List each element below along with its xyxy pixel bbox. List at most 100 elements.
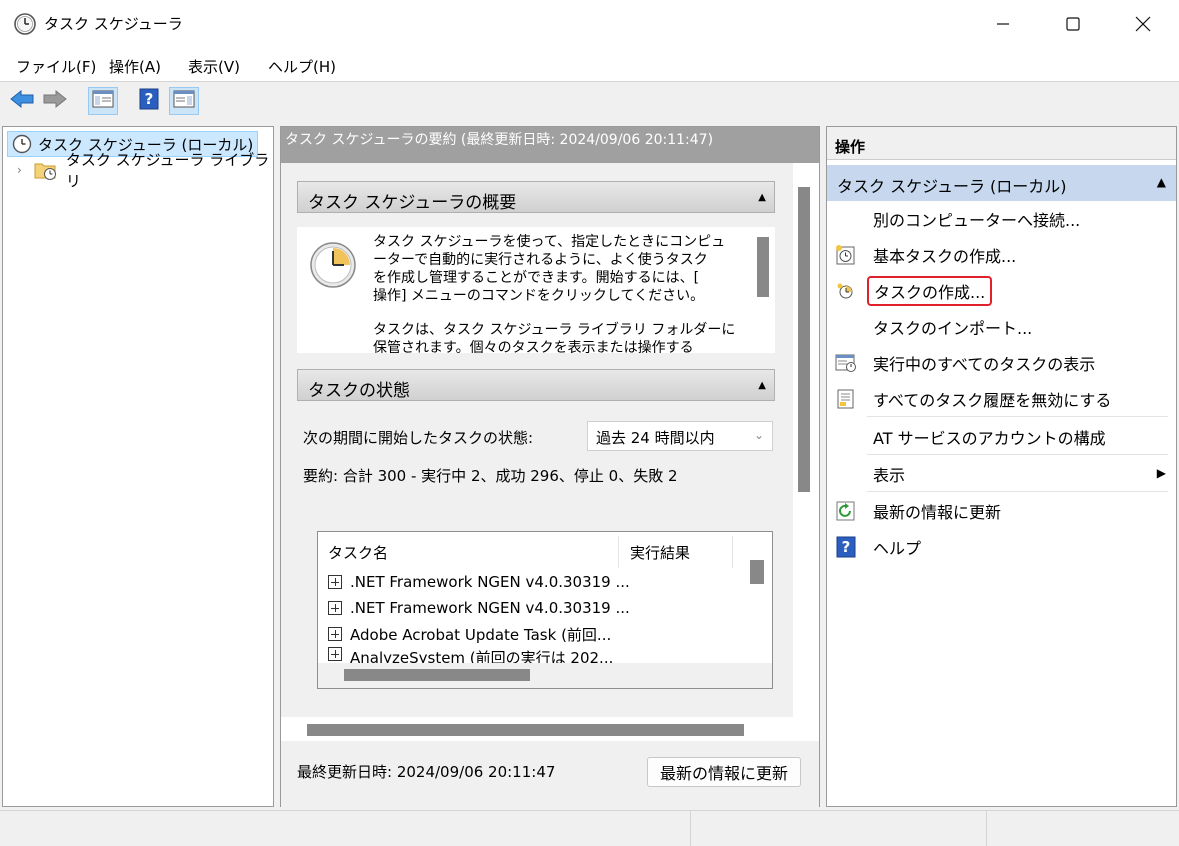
period-select-value: 過去 24 時間以内 xyxy=(596,429,715,447)
action-show-running-tasks-label: 実行中のすべてのタスクの表示 xyxy=(873,355,1096,374)
overview-title: タスク スケジューラの概要 xyxy=(308,193,517,213)
action-import-task[interactable]: タスクのインポート... xyxy=(827,309,1176,345)
table-row[interactable]: .NET Framework NGEN v4.0.30319 ... xyxy=(318,569,746,595)
running-tasks-icon xyxy=(835,352,857,374)
back-button[interactable] xyxy=(7,87,37,115)
action-pane-icon xyxy=(173,89,195,113)
console-tree-icon xyxy=(92,89,114,113)
action-at-service-account[interactable]: AT サービスのアカウントの構成 xyxy=(827,419,1176,455)
action-create-task[interactable]: タスクの作成... xyxy=(827,273,1176,309)
refresh-icon xyxy=(835,500,857,522)
separator xyxy=(867,454,1168,455)
summary-header: タスク スケジューラの要約 (最終更新日時: 2024/09/06 20:11:… xyxy=(281,127,819,163)
column-header-result[interactable]: 実行結果 xyxy=(620,532,700,570)
actions-group-header[interactable]: タスク スケジューラ (ローカル) ▲ xyxy=(827,165,1176,201)
title-bar: タスク スケジューラ xyxy=(0,0,1179,48)
center-vscroll-thumb[interactable] xyxy=(798,187,810,492)
period-select[interactable]: 過去 24 時間以内 ⌄ xyxy=(587,421,773,451)
action-view[interactable]: 表示 ▶ xyxy=(827,456,1176,492)
action-refresh-label: 最新の情報に更新 xyxy=(873,503,1002,522)
overview-line: ーターで自動的に実行されるように、よく使うタスク xyxy=(373,252,708,268)
forward-button[interactable] xyxy=(40,87,70,115)
overview-line: 保管されます。個々のタスクを表示または操作する xyxy=(373,340,694,353)
console-tree: タスク スケジューラ (ローカル) › タスク スケジューラ ライブラリ xyxy=(2,126,274,807)
action-import-task-label: タスクのインポート... xyxy=(873,319,1033,338)
action-create-task-label: タスクの作成... xyxy=(867,276,993,306)
table-row[interactable]: AnalyzeSystem (前回の実行は 202... xyxy=(318,647,746,663)
svg-text:?: ? xyxy=(842,538,851,556)
large-clock-icon xyxy=(309,241,357,293)
overview-line: を作成し管理することができます。開始するには、[ xyxy=(373,270,700,286)
table-row[interactable]: Adobe Acrobat Update Task (前回... xyxy=(318,621,746,647)
tree-item-library-label: タスク スケジューラ ライブラリ xyxy=(65,151,270,190)
overview-paragraph-1: タスク スケジューラを使って、指定したときにコンピュ ーターで自動的に実行される… xyxy=(373,233,725,305)
table-vscroll-track xyxy=(746,532,772,663)
expand-plus-icon[interactable] xyxy=(328,647,342,661)
toolbar-help-button[interactable]: ? xyxy=(134,87,164,115)
maximize-button[interactable] xyxy=(1038,0,1108,48)
action-refresh[interactable]: 最新の情報に更新 xyxy=(827,493,1176,529)
action-disable-history-label: すべてのタスク履歴を無効にする xyxy=(873,391,1112,410)
toolbar: ? xyxy=(0,82,1179,120)
action-connect[interactable]: 別のコンピューターへ接続... xyxy=(827,201,1176,237)
basic-task-wizard-icon xyxy=(835,244,857,266)
svg-text:?: ? xyxy=(145,90,154,108)
action-disable-history[interactable]: すべてのタスク履歴を無効にする xyxy=(827,381,1176,417)
expand-plus-icon[interactable] xyxy=(328,627,342,641)
help-icon: ? xyxy=(835,536,857,558)
folder-clock-icon xyxy=(34,159,58,181)
action-view-label: 表示 xyxy=(873,466,906,485)
collapse-arrow-icon[interactable]: ▲ xyxy=(758,380,766,391)
menu-help[interactable]: ヘルプ(H) xyxy=(268,56,336,77)
collapse-arrow-icon[interactable]: ▲ xyxy=(1157,175,1166,189)
chevron-right-icon[interactable]: › xyxy=(17,163,22,177)
collapse-arrow-icon[interactable]: ▲ xyxy=(758,192,766,203)
status-title: タスクの状態 xyxy=(308,381,410,401)
overview-section-header[interactable]: タスク スケジューラの概要 ▲ xyxy=(297,181,775,213)
close-button[interactable] xyxy=(1108,0,1178,48)
status-section-header[interactable]: タスクの状態 ▲ xyxy=(297,369,775,401)
action-connect-label: 別のコンピューターへ接続... xyxy=(873,211,1081,230)
column-header-task-name[interactable]: タスク名 xyxy=(318,532,398,570)
menu-view[interactable]: 表示(V) xyxy=(188,56,240,77)
period-label: 次の期間に開始したタスクの状態: xyxy=(303,429,534,447)
show-hide-action-pane-button[interactable] xyxy=(169,87,199,115)
task-name-cell: Adobe Acrobat Update Task (前回... xyxy=(350,625,612,644)
refresh-button[interactable]: 最新の情報に更新 xyxy=(647,757,801,787)
separator xyxy=(867,491,1168,492)
separator xyxy=(867,416,1168,417)
task-name-cell: .NET Framework NGEN v4.0.30319 ... xyxy=(350,599,630,617)
menu-file[interactable]: ファイル(F) xyxy=(16,56,96,77)
overview-line: タスクは、タスク スケジューラ ライブラリ フォルダーに xyxy=(373,322,736,338)
action-show-running-tasks[interactable]: 実行中のすべてのタスクの表示 xyxy=(827,345,1176,381)
table-vscroll-thumb[interactable] xyxy=(750,560,764,584)
actions-group-label: タスク スケジューラ (ローカル) xyxy=(837,177,1067,196)
task-history-icon xyxy=(835,388,857,410)
overview-line: タスク スケジューラを使って、指定したときにコンピュ xyxy=(373,234,726,250)
expand-plus-icon[interactable] xyxy=(328,575,342,589)
show-hide-tree-button[interactable] xyxy=(88,87,118,115)
tree-item-library[interactable]: › タスク スケジューラ ライブラリ xyxy=(17,151,273,190)
expand-plus-icon[interactable] xyxy=(328,601,342,615)
table-row[interactable]: .NET Framework NGEN v4.0.30319 ... xyxy=(318,595,746,621)
action-help[interactable]: ? ヘルプ xyxy=(827,529,1176,565)
submenu-arrow-icon: ▶ xyxy=(1156,466,1166,480)
overview-paragraph-2: タスクは、タスク スケジューラ ライブラリ フォルダーに 保管されます。個々のタ… xyxy=(373,321,735,353)
menu-action[interactable]: 操作(A) xyxy=(109,56,161,77)
center-hscroll-thumb[interactable] xyxy=(307,724,744,736)
overview-scrollbar-thumb[interactable] xyxy=(757,237,769,297)
task-status-table: タスク名 実行結果 .NET Framework NGEN v4.0.30319… xyxy=(317,531,773,689)
status-bar-divider xyxy=(986,811,987,846)
clock-app-icon xyxy=(13,12,37,36)
summary-content: タスク スケジューラの概要 ▲ タスク スケジューラを使って、指定したときにコン… xyxy=(281,163,793,717)
minimize-button[interactable] xyxy=(968,0,1038,48)
status-body: 次の期間に開始したタスクの状態: 過去 24 時間以内 ⌄ 要約: 合計 300… xyxy=(297,403,775,691)
menu-bar: ファイル(F) 操作(A) 表示(V) ヘルプ(H) xyxy=(0,48,1179,82)
table-hscroll-thumb[interactable] xyxy=(344,669,530,681)
status-bar xyxy=(0,810,1179,846)
action-help-label: ヘルプ xyxy=(873,539,922,558)
summary-footer: 最終更新日時: 2024/09/06 20:11:47 最新の情報に更新 xyxy=(281,741,819,807)
last-updated-label: 最終更新日時: 2024/09/06 20:11:47 xyxy=(297,763,556,781)
overview-body: タスク スケジューラを使って、指定したときにコンピュ ーターで自動的に実行される… xyxy=(297,227,775,353)
action-create-basic-task[interactable]: 基本タスクの作成... xyxy=(827,237,1176,273)
